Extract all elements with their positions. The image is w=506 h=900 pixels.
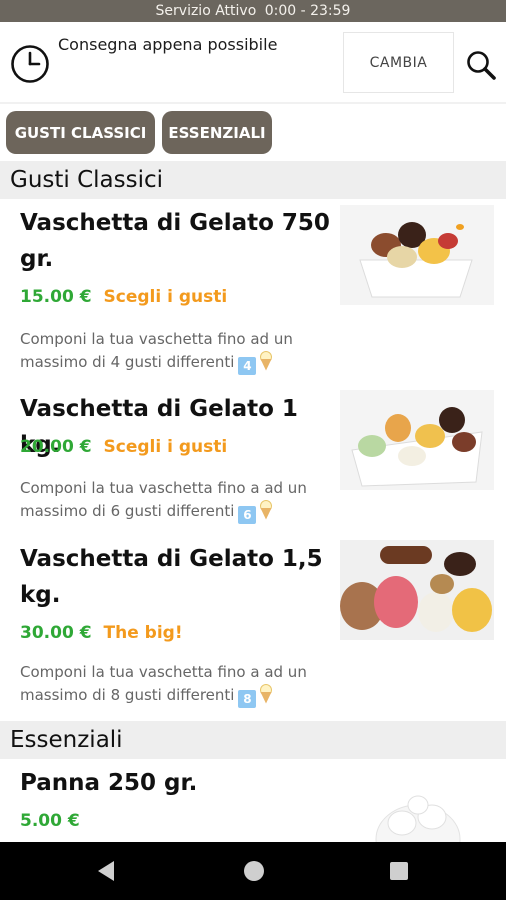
product-price: 15.00 € xyxy=(20,287,92,307)
product-description: Componi la tua vaschetta fino a ad un ma… xyxy=(20,661,335,708)
system-navigation-bar xyxy=(0,842,506,900)
product-price-line: 5.00 € xyxy=(20,811,80,831)
product-price-line: 15.00 € Scegli i gusti xyxy=(20,287,227,307)
service-hours: 0:00 - 23:59 xyxy=(264,3,351,19)
ice-cream-icon xyxy=(260,351,273,371)
recent-apps-icon[interactable] xyxy=(390,862,408,880)
product-tag: The big! xyxy=(103,623,183,643)
product-price-line: 20.00 € Scegli i gusti xyxy=(20,437,227,457)
product-image xyxy=(340,767,494,842)
search-icon[interactable] xyxy=(465,49,497,81)
product-price: 5.00 € xyxy=(20,811,80,831)
delivery-header: Consegna appena possibile CAMBIA xyxy=(0,22,506,104)
category-button-essenziali[interactable]: ESSENZIALI xyxy=(162,111,272,154)
home-icon[interactable] xyxy=(244,861,264,881)
product-image xyxy=(340,205,494,305)
product-description: Componi la tua vaschetta fino ad un mass… xyxy=(20,328,335,375)
product-description: Componi la tua vaschetta fino a ad un ma… xyxy=(20,477,335,524)
section-header-gusti-classici: Gusti Classici xyxy=(0,161,506,199)
product-tag: Scegli i gusti xyxy=(103,287,228,307)
service-status-bar: Servizio Attivo 0:00 - 23:59 xyxy=(0,0,506,22)
product-title: Vaschetta di Gelato 1,5 kg. xyxy=(20,546,323,608)
product-price-line: 30.00 € The big! xyxy=(20,623,183,643)
product-title: Panna 250 gr. xyxy=(20,770,198,796)
flavor-count-badge: 8 xyxy=(238,690,257,708)
product-image xyxy=(340,540,494,640)
product-item[interactable]: Vaschetta di Gelato 1,5 kg. 30.00 € The b… xyxy=(0,535,506,720)
service-status-label: Servizio Attivo xyxy=(155,3,257,19)
category-button-gusti-classici[interactable]: GUSTI CLASSICI xyxy=(6,111,155,154)
product-image xyxy=(340,390,494,490)
product-item[interactable]: Vaschetta di Gelato 1 kg. 20.00 € Scegli … xyxy=(0,385,506,535)
back-icon[interactable] xyxy=(96,860,116,882)
product-item[interactable]: Vaschetta di Gelato 750 gr. 15.00 € Scegl… xyxy=(0,199,506,379)
product-title: Vaschetta di Gelato 750 gr. xyxy=(20,210,330,272)
product-price: 30.00 € xyxy=(20,623,92,643)
delivery-time-text: Consegna appena possibile xyxy=(58,35,278,54)
clock-icon xyxy=(11,45,49,83)
product-price: 20.00 € xyxy=(20,437,92,457)
category-bar: GUSTI CLASSICI ESSENZIALI xyxy=(0,104,506,162)
product-item[interactable]: Panna 250 gr. 5.00 € xyxy=(0,759,506,842)
product-tag: Scegli i gusti xyxy=(103,437,228,457)
flavor-count-badge: 4 xyxy=(238,357,257,375)
change-delivery-button[interactable]: CAMBIA xyxy=(343,32,454,93)
flavor-count-badge: 6 xyxy=(238,506,257,524)
ice-cream-icon xyxy=(260,500,273,520)
ice-cream-icon xyxy=(260,684,273,704)
section-header-essenziali: Essenziali xyxy=(0,721,506,759)
